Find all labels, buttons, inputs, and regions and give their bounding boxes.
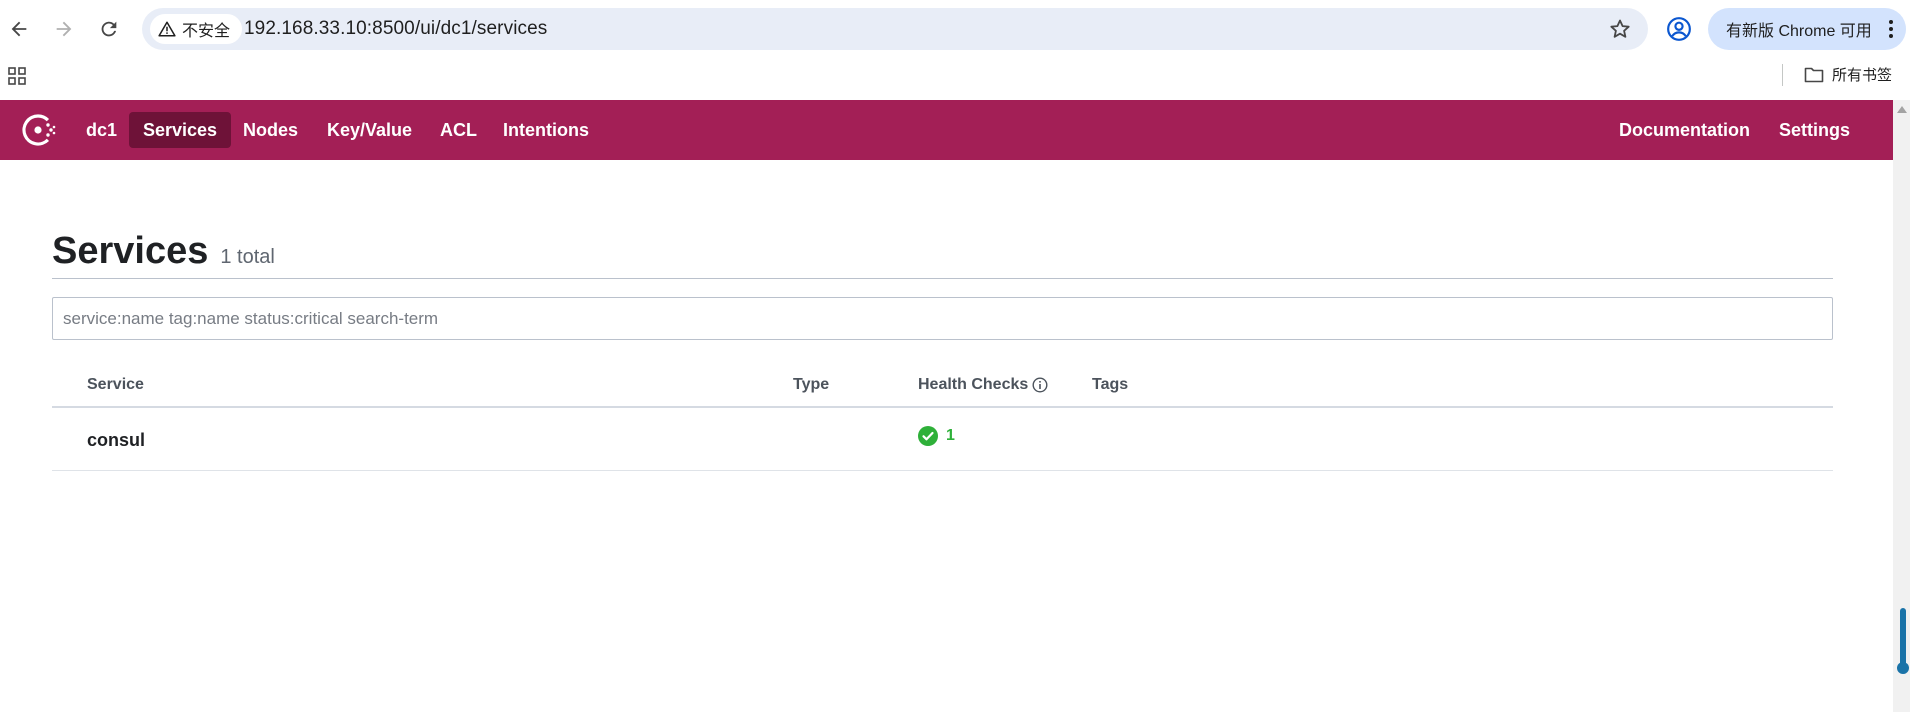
folder-icon — [1804, 67, 1824, 82]
nav-acl[interactable]: ACL — [426, 112, 491, 148]
services-search-input[interactable] — [53, 298, 1832, 339]
security-label: 不安全 — [182, 23, 231, 40]
column-header-service[interactable]: Service — [87, 376, 144, 394]
consul-logo-icon[interactable] — [20, 112, 58, 148]
bookmarks-bar: 所有书签 — [0, 58, 1910, 100]
datacenter-selector[interactable]: dc1 — [72, 112, 131, 148]
warning-icon — [158, 21, 176, 37]
more-vert-icon — [1889, 20, 1893, 38]
health-checks-passing: 1 — [918, 426, 955, 446]
nav-settings[interactable]: Settings — [1765, 112, 1864, 148]
scroll-up-arrow-icon[interactable] — [1897, 106, 1907, 113]
nav-intentions[interactable]: Intentions — [489, 112, 603, 148]
column-label-type: Type — [793, 376, 830, 393]
page-title: Services — [52, 230, 209, 272]
title-divider — [52, 278, 1833, 279]
security-chip[interactable]: 不安全 — [150, 14, 243, 44]
arrow-right-icon — [56, 21, 72, 37]
info-icon[interactable] — [1032, 377, 1048, 393]
bookmark-star-icon[interactable] — [1608, 17, 1632, 41]
nav-documentation[interactable]: Documentation — [1605, 112, 1764, 148]
service-name-link[interactable]: consul — [87, 430, 145, 451]
page-heading: Services 1 total — [52, 230, 275, 273]
column-header-tags[interactable]: Tags — [1092, 376, 1128, 394]
arrow-left-icon — [11, 21, 27, 37]
nav-services[interactable]: Services — [129, 112, 232, 148]
column-header-health-checks[interactable]: Health Checks — [918, 376, 1048, 394]
nav-key-value[interactable]: Key/Value — [313, 112, 426, 148]
chrome-update-button[interactable]: 有新版 Chrome 可用 — [1708, 8, 1906, 50]
column-header-type[interactable]: Type — [793, 376, 829, 394]
address-bar[interactable]: 不安全 192.168.33.10:8500/ui/dc1/services — [142, 8, 1648, 50]
search-box[interactable] — [52, 297, 1833, 340]
column-label-health-checks: Health Checks — [918, 376, 1029, 393]
profile-icon[interactable] — [1666, 16, 1692, 42]
nav-nodes[interactable]: Nodes — [229, 112, 312, 148]
check-circle-icon — [918, 426, 938, 446]
update-label: 有新版 Chrome 可用 — [1726, 23, 1872, 40]
all-bookmarks-label: 所有书签 — [1832, 67, 1893, 84]
column-label-tags: Tags — [1092, 376, 1129, 393]
back-button[interactable] — [0, 10, 38, 48]
page-scrollbar[interactable] — [1893, 100, 1910, 712]
table-header-divider — [52, 406, 1833, 408]
consul-header: dc1 Services Nodes Key/Value ACL Intenti… — [0, 100, 1893, 160]
passing-count: 1 — [946, 427, 955, 444]
bookmarks-divider — [1782, 64, 1783, 86]
scrollbar-thumb[interactable] — [1900, 608, 1906, 668]
url-text[interactable]: 192.168.33.10:8500/ui/dc1/services — [244, 18, 547, 40]
column-label-service: Service — [87, 376, 144, 393]
services-count: 1 total — [220, 246, 275, 268]
apps-grid-icon[interactable] — [8, 67, 26, 85]
browser-toolbar: 不安全 192.168.33.10:8500/ui/dc1/services 有… — [0, 0, 1910, 58]
all-bookmarks-button[interactable]: 所有书签 — [1804, 64, 1892, 85]
reload-icon — [101, 21, 117, 37]
forward-button[interactable] — [45, 10, 83, 48]
reload-button[interactable] — [90, 10, 128, 48]
table-row-divider — [52, 470, 1833, 471]
scrollbar-handle[interactable] — [1897, 662, 1909, 674]
